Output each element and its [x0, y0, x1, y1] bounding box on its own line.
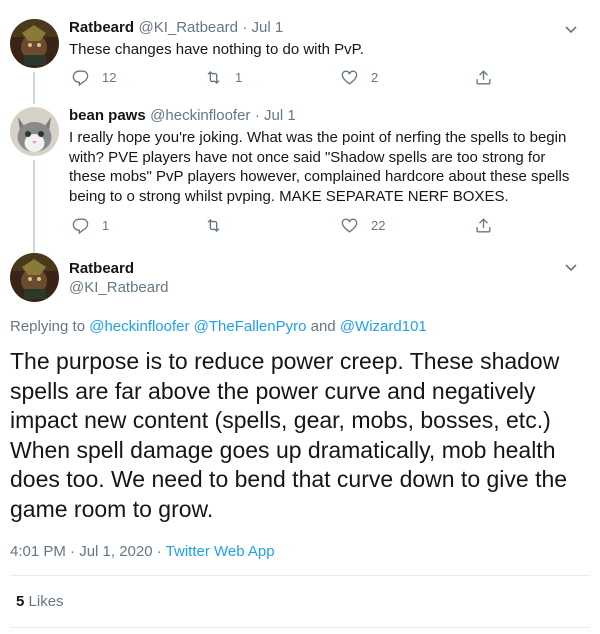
retweet-icon [207, 219, 220, 232]
retweet-button[interactable] [204, 216, 235, 235]
display-name[interactable]: bean paws [69, 107, 146, 124]
reply-count: 12 [102, 70, 117, 85]
like-icon [341, 218, 358, 233]
user-handle[interactable]: @KI_Ratbeard [138, 19, 237, 36]
divider [10, 627, 590, 628]
tweet-actions: 1 22 [69, 216, 509, 236]
thread-line [33, 160, 35, 244]
like-count: 22 [371, 218, 386, 233]
like-icon [341, 70, 358, 85]
likes-count: 5 [16, 593, 25, 610]
and-label: and [310, 318, 336, 335]
tweet-timestamp[interactable]: 4:01 PM · Jul 1, 2020 · [10, 543, 162, 560]
like-button[interactable]: 2 [340, 68, 378, 87]
tweet-2[interactable]: bean paws @heckinfloofer · Jul 1 I reall… [0, 96, 600, 244]
tweet-header: Ratbeard @KI_Ratbeard · Jul 1 [69, 19, 283, 37]
tweet-meta: 4:01 PM · Jul 1, 2020 · Twitter Web App [10, 543, 275, 560]
timestamp[interactable]: · Jul 1 [242, 19, 283, 36]
tweet-actions: 12 1 2 [69, 68, 509, 88]
likes-label: Likes [28, 593, 64, 610]
avatar-ratbeard[interactable] [10, 19, 59, 68]
mention-link[interactable]: @Wizard101 [340, 318, 427, 335]
display-name[interactable]: Ratbeard [69, 19, 134, 36]
main-tweet-text: The purpose is to reduce power creep. Th… [10, 348, 568, 522]
thread-line-top [33, 244, 35, 253]
tweet-source[interactable]: Twitter Web App [166, 543, 275, 560]
chevron-down-icon[interactable] [564, 260, 578, 274]
reply-icon [72, 218, 89, 235]
tweet-header: bean paws @heckinfloofer · Jul 1 [69, 107, 296, 125]
retweet-count: 1 [235, 70, 243, 85]
timestamp[interactable]: · Jul 1 [255, 107, 296, 124]
thread-line-top [33, 96, 35, 104]
thread-line [33, 72, 35, 96]
avatar-ratbeard[interactable] [10, 253, 59, 302]
chevron-down-icon[interactable] [564, 22, 578, 36]
replying-to: Replying to @heckinfloofer @TheFallenPyr… [10, 318, 427, 335]
retweet-button[interactable]: 1 [204, 68, 242, 87]
user-handle[interactable]: @KI_Ratbeard [69, 279, 168, 296]
mention-link[interactable]: @TheFallenPyro [194, 318, 307, 335]
avatar-bean-paws[interactable] [10, 107, 59, 156]
share-icon [476, 70, 491, 85]
display-name[interactable]: Ratbeard [69, 260, 134, 277]
tweet-1[interactable]: Ratbeard @KI_Ratbeard · Jul 1 These chan… [0, 16, 600, 96]
reply-icon [72, 70, 89, 87]
divider [10, 575, 590, 576]
mention-link[interactable]: @heckinfloofer [89, 318, 189, 335]
share-button[interactable] [474, 216, 493, 235]
reply-count: 1 [102, 218, 110, 233]
user-handle[interactable]: @heckinfloofer [150, 107, 250, 124]
likes-summary[interactable]: 5 Likes [16, 593, 64, 610]
replying-to-label: Replying to [10, 318, 86, 335]
tweet-text: I really hope you're joking. What was th… [69, 129, 570, 205]
share-button[interactable] [474, 68, 493, 87]
tweet-text: These changes have nothing to do with Pv… [69, 41, 364, 58]
retweet-icon [207, 71, 220, 84]
reply-button[interactable]: 12 [71, 68, 116, 87]
like-count: 2 [371, 70, 379, 85]
reply-button[interactable]: 1 [71, 216, 109, 235]
share-icon [476, 218, 491, 233]
like-button[interactable]: 22 [340, 216, 385, 235]
